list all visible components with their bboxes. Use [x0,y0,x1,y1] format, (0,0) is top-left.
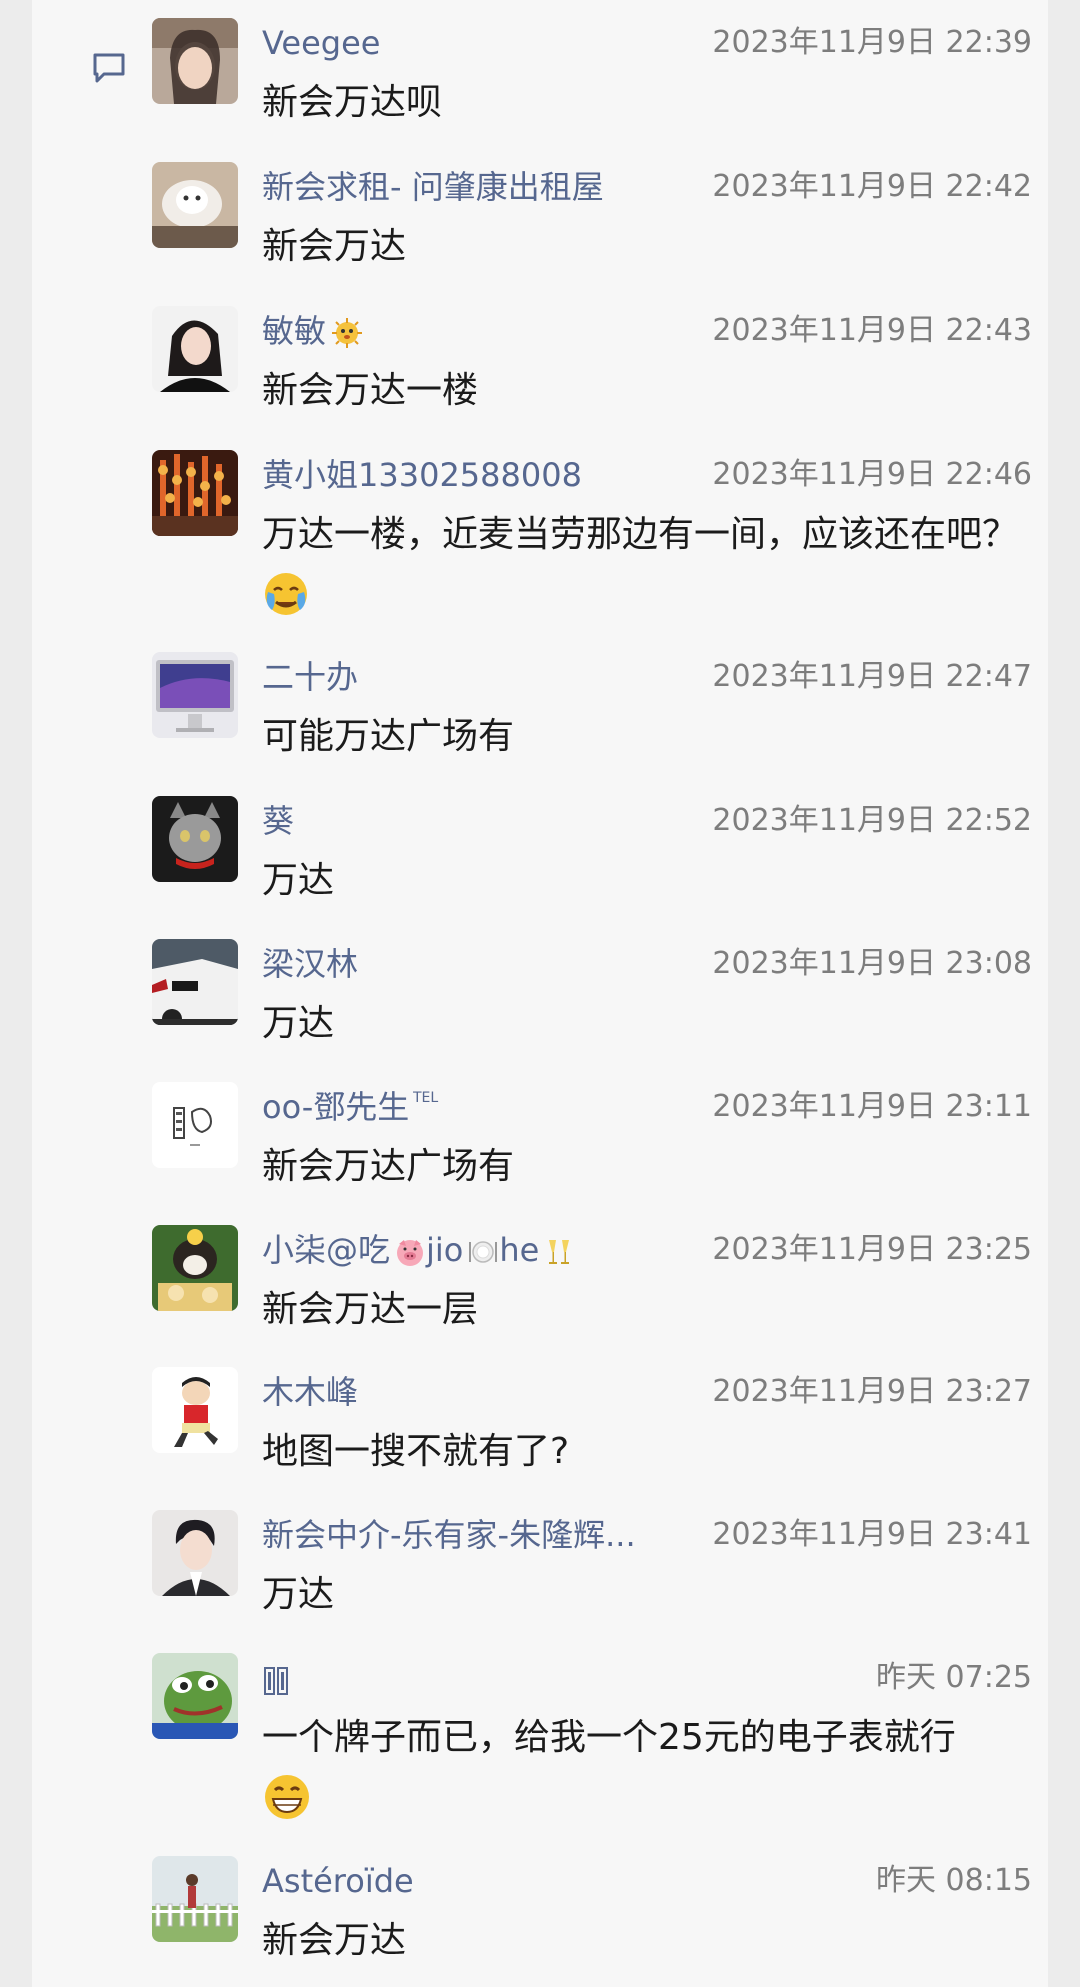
comment-text: 一个牌子而已，给我一个25元的电子表就行 [262,1709,1032,1825]
commenter-name[interactable]: 黄小姐13302588008 [262,450,582,500]
comment-text: 万达 [262,1574,335,1615]
blank-name-icon [264,1667,288,1695]
champagne-icon [549,1240,570,1264]
comment-time: 2023年11月9日 22:52 [712,803,1032,838]
comment-text: 万达一楼，近麦当劳那边有一间，应该还在吧？ [262,506,1032,622]
grinning-emoji-icon [265,1775,309,1819]
comment-time: 2023年11月9日 23:41 [712,1517,1032,1552]
comment-time: 2023年11月9日 23:08 [712,946,1032,981]
comment-item: 敏敏 2023年11月9日 22:43 新会万达一楼 [152,306,1032,416]
comment-item: Astéroïde 昨天 08:15 新会万达 [152,1856,1032,1966]
commenter-name[interactable]: Astéroïde [262,1856,414,1906]
avatar[interactable] [152,1367,238,1453]
comment-time: 2023年11月9日 23:27 [712,1374,1032,1409]
commenter-name[interactable]: 敏敏 [262,306,364,356]
avatar[interactable] [152,796,238,882]
comment-item: 木木峰 2023年11月9日 23:27 地图一搜不就有了? [152,1367,1032,1477]
comments-panel: Veegee 2023年11月9日 22:39 新会万达呗 新会求租- 问肇康出… [32,0,1048,1987]
comment-text: 万达 [262,1003,335,1044]
comment-item: 小柒@吃 jio he 2023年11月9日 23:25 新会万达一层 [152,1225,1032,1335]
comment-text: 万达 [262,860,335,901]
comment-text: 新会万达广场有 [262,1146,515,1187]
commenter-name[interactable]: 二十办 [262,652,358,702]
comment-text: 新会万达 [262,1920,407,1961]
commenter-name[interactable]: 新会中介-乐有家-朱隆辉... [262,1510,636,1560]
commenter-name[interactable]: 新会求租- 问肇康出租屋 [262,162,604,212]
commenter-name[interactable]: 木木峰 [262,1367,358,1417]
commenter-name[interactable]: 小柒@吃 jio he [262,1225,575,1275]
puffer-fish-icon [332,318,363,348]
comment-text: 新会万达一楼 [262,370,479,411]
comment-time: 2023年11月9日 22:43 [712,313,1032,348]
comment-item: 新会中介-乐有家-朱隆辉... 2023年11月9日 23:41 万达 [152,1510,1032,1620]
comment-item: 葵 2023年11月9日 22:52 万达 [152,796,1032,906]
plate-icon [469,1241,498,1263]
comment-time: 2023年11月9日 23:11 [712,1089,1032,1124]
avatar[interactable] [152,1510,238,1596]
comment-time: 2023年11月9日 22:39 [712,25,1032,60]
comment-time: 2023年11月9日 23:25 [712,1232,1032,1267]
comment-icon[interactable] [92,52,126,84]
comment-text: 可能万达广场有 [262,716,515,757]
avatar[interactable] [152,652,238,738]
svg-text:TEL: TEL [413,1090,438,1106]
comment-item: 黄小姐13302588008 2023年11月9日 22:46 万达一楼，近麦当… [152,450,1032,620]
commenter-name[interactable]: Veegee [262,18,380,68]
avatar[interactable] [152,1653,238,1739]
avatar[interactable] [152,450,238,536]
avatar[interactable] [152,939,238,1025]
tel-icon: TEL [413,1090,438,1106]
comment-time: 昨天 07:25 [876,1660,1032,1695]
commenter-name[interactable] [262,1653,292,1703]
avatar[interactable] [152,162,238,248]
avatar[interactable] [152,1856,238,1942]
avatar[interactable] [152,1082,238,1168]
comment-time: 2023年11月9日 22:47 [712,659,1032,694]
comment-item: oo-鄧先生 TEL 2023年11月9日 23:11 新会万达广场有 [152,1082,1032,1192]
commenter-name[interactable]: oo-鄧先生 TEL [262,1082,447,1132]
pig-icon [397,1240,424,1266]
avatar[interactable] [152,306,238,392]
comment-item: 新会求租- 问肇康出租屋 2023年11月9日 22:42 新会万达 [152,162,1032,272]
commenter-name[interactable]: 葵 [262,796,294,846]
comment-text: 地图一搜不就有了? [262,1431,570,1472]
avatar[interactable] [152,1225,238,1311]
comment-text: 新会万达呗 [262,82,443,123]
comment-time: 昨天 08:15 [876,1863,1032,1898]
commenter-name[interactable]: 梁汉林 [262,939,358,989]
comment-text: 新会万达一层 [262,1289,479,1330]
comment-item: 梁汉林 2023年11月9日 23:08 万达 [152,939,1032,1049]
comment-time: 2023年11月9日 22:46 [712,457,1032,492]
comment-item: 昨天 07:25 一个牌子而已，给我一个25元的电子表就行 [152,1653,1032,1823]
comment-text: 新会万达 [262,226,407,267]
comment-time: 2023年11月9日 22:42 [712,169,1032,204]
comment-item: Veegee 2023年11月9日 22:39 新会万达呗 [152,18,1032,128]
crying-emoji-icon [265,573,307,615]
comment-item: 二十办 2023年11月9日 22:47 可能万达广场有 [152,652,1032,762]
avatar[interactable] [152,18,238,104]
